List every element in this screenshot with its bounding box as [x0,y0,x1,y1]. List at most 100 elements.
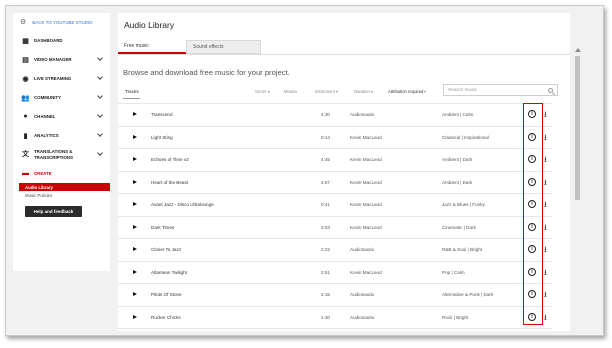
play-icon[interactable] [133,202,137,206]
track-duration: 4:57 [321,179,330,185]
sidebar-item-label: VIDEO MANAGER [34,57,72,62]
track-artist[interactable]: Kevin MacLeod [350,202,382,207]
track-row[interactable]: Heart of the Beast 4:57 Kevin MacLeod Ambie… [118,170,552,194]
sidebar-item-community[interactable]: 👥 COMMUNITY [13,88,110,107]
info-icon[interactable]: i [528,335,536,336]
track-artist[interactable]: Audionautix [350,292,374,297]
track-list: Transcend 4:30 Audionautix Ambient | Calm i ⭳… [118,103,552,336]
track-row[interactable]: Rocker Chicks 1:30 Audionautix Rock | Brigh… [118,305,552,329]
track-row[interactable]: Light Sting 0:14 Kevin MacLeod Classical | … [118,125,552,149]
track-artist[interactable]: Kevin MacLeod [350,157,382,162]
track-genre: Jazz & Blues | Funky [442,202,485,207]
play-icon[interactable] [133,224,137,229]
track-duration: 0:14 [321,134,330,140]
play-icon[interactable] [133,292,137,296]
sidebar-sub-audio-library[interactable]: Audio Library [19,183,110,191]
download-icon[interactable]: ⭳ [544,132,547,146]
play-icon[interactable] [133,247,137,251]
scrollbar-thumb[interactable] [575,56,580,200]
track-artist[interactable]: Kevin MacLeod [350,225,382,230]
track-row[interactable]: Looked Back, Saw Nothing4:19Twin Musicom… [118,328,552,336]
search-icon[interactable] [548,88,553,93]
download-icon[interactable]: ⭳ [544,199,547,213]
filter-duration[interactable]: Duration [354,89,373,94]
tab-sound-effects[interactable]: Sound effects [186,40,261,54]
tracks-tab-underline [123,98,140,100]
download-icon[interactable]: ⭳ [544,334,547,335]
sidebar-item-dashboard[interactable]: ▦ DASHBOARD [13,31,110,50]
track-title: Atlantean Twilight [151,269,187,275]
filter-mood[interactable]: Mood [284,89,298,94]
sidebar: ⚙ BACK TO YOUTUBE STUDIO ▦ DASHBOARD ▤ VIDE… [13,13,110,271]
sidebar-item-live-streaming[interactable]: ◉ LIVE STREAMING [13,69,110,88]
track-genre: Alternative & Punk | Dark [442,292,494,297]
caret-down-icon [267,90,270,93]
search-input[interactable]: Search music [443,84,558,96]
filter-bar: Tracks Genre Mood Instrument Duration At… [118,84,570,103]
track-title: Echoes of Time v2 [151,157,189,162]
track-artist[interactable]: Audionautix [350,112,374,117]
play-icon[interactable] [133,134,137,139]
track-genre: Ambient | Dark [442,157,473,162]
track-duration: 1:30 [321,314,330,320]
filter-genre[interactable]: Genre [255,89,270,94]
track-row[interactable]: Pilots Of Stone 2:15 Audionautix Alternativ… [118,283,552,306]
track-artist[interactable]: Kevin MacLeod [350,135,382,140]
analytics-icon: ▮ [23,132,28,140]
track-duration: 2:15 [321,292,330,297]
sidebar-item-create[interactable]: ▬ CREATE [13,164,110,183]
track-row[interactable]: Transcend 4:30 Audionautix Ambient | Calm i ⭳ [118,103,552,126]
create-icon: ▬ [22,170,29,177]
track-row[interactable]: Atlantean Twilight 2:51 Kevin MacLeod Pop |… [118,260,552,284]
track-row[interactable]: Dark Times 3:03 Kevin MacLeod Cinematic | D… [118,215,552,239]
gear-icon: ⚙ [20,19,27,26]
track-artist[interactable]: Kevin MacLeod [350,270,382,275]
download-icon[interactable]: ⭳ [544,267,547,281]
play-icon[interactable] [133,179,137,184]
highlight-box [523,103,543,325]
page-scrollbar[interactable] [574,48,581,200]
chevron-down-icon [97,150,103,156]
sidebar-item-label: TRANSLATIONS & TRANSCRIPTIONS [34,149,74,160]
sidebar-item-translations[interactable]: 文 TRANSLATIONS & TRANSCRIPTIONS [13,145,110,164]
back-to-studio-link[interactable]: ⚙ BACK TO YOUTUBE STUDIO [13,13,110,31]
sidebar-item-analytics[interactable]: ▮ ANALYTICS [13,126,110,145]
download-icon[interactable]: ⭳ [544,109,547,123]
chevron-down-icon [97,112,103,118]
track-row[interactable]: Avant Jazz - Disco Ultralounge 0:41 Kevin … [118,193,552,216]
download-icon[interactable]: ⭳ [544,222,547,236]
play-icon[interactable] [133,157,137,161]
track-genre: Cinematic | Dark [442,224,476,230]
sidebar-item-label: LIVE STREAMING [34,76,72,81]
sidebar-item-label: CREATE [34,171,52,176]
download-icon[interactable]: ⭳ [544,154,547,168]
translate-icon: 文 [22,150,29,158]
sidebar-item-video-manager[interactable]: ▤ VIDEO MANAGER [13,50,110,69]
help-feedback-button[interactable]: Help and feedback [25,206,82,217]
track-artist[interactable]: Audionautix [350,315,374,320]
scroll-up-icon[interactable] [575,48,581,52]
tab-free-music[interactable]: Free music [118,40,186,54]
tab-tracks[interactable]: Tracks [125,89,139,94]
track-genre: Ambient | Dark [442,179,473,185]
track-artist[interactable]: Kevin MacLeod [350,180,382,185]
track-row[interactable]: Echoes of Time v2 4:45 Kevin MacLeod Ambien… [118,148,552,171]
play-icon[interactable] [133,314,137,319]
track-artist[interactable]: Audionautix [350,247,374,252]
download-icon[interactable]: ⭳ [544,244,547,258]
download-icon[interactable]: ⭳ [544,177,547,191]
sidebar-sub-music-policies[interactable]: Music Policies [13,191,110,199]
video-manager-icon: ▤ [22,56,29,64]
download-icon[interactable]: ⭳ [544,312,547,326]
filter-instrument[interactable]: Instrument [315,89,338,94]
download-icon[interactable]: ⭳ [544,289,547,303]
filter-attribution[interactable]: Attribution required [388,89,427,94]
play-icon[interactable] [133,112,137,116]
track-title: Pilots Of Stone [151,292,182,297]
track-genre: Pop | Calm [442,269,465,275]
track-row[interactable]: Closer To Jazz 2:22 Audionautix R&B & Soul … [118,238,552,261]
channel-icon: ● [23,113,28,120]
sidebar-item-channel[interactable]: ● CHANNEL [13,107,110,126]
page-title: Audio Library [124,20,175,30]
play-icon[interactable] [133,269,137,274]
